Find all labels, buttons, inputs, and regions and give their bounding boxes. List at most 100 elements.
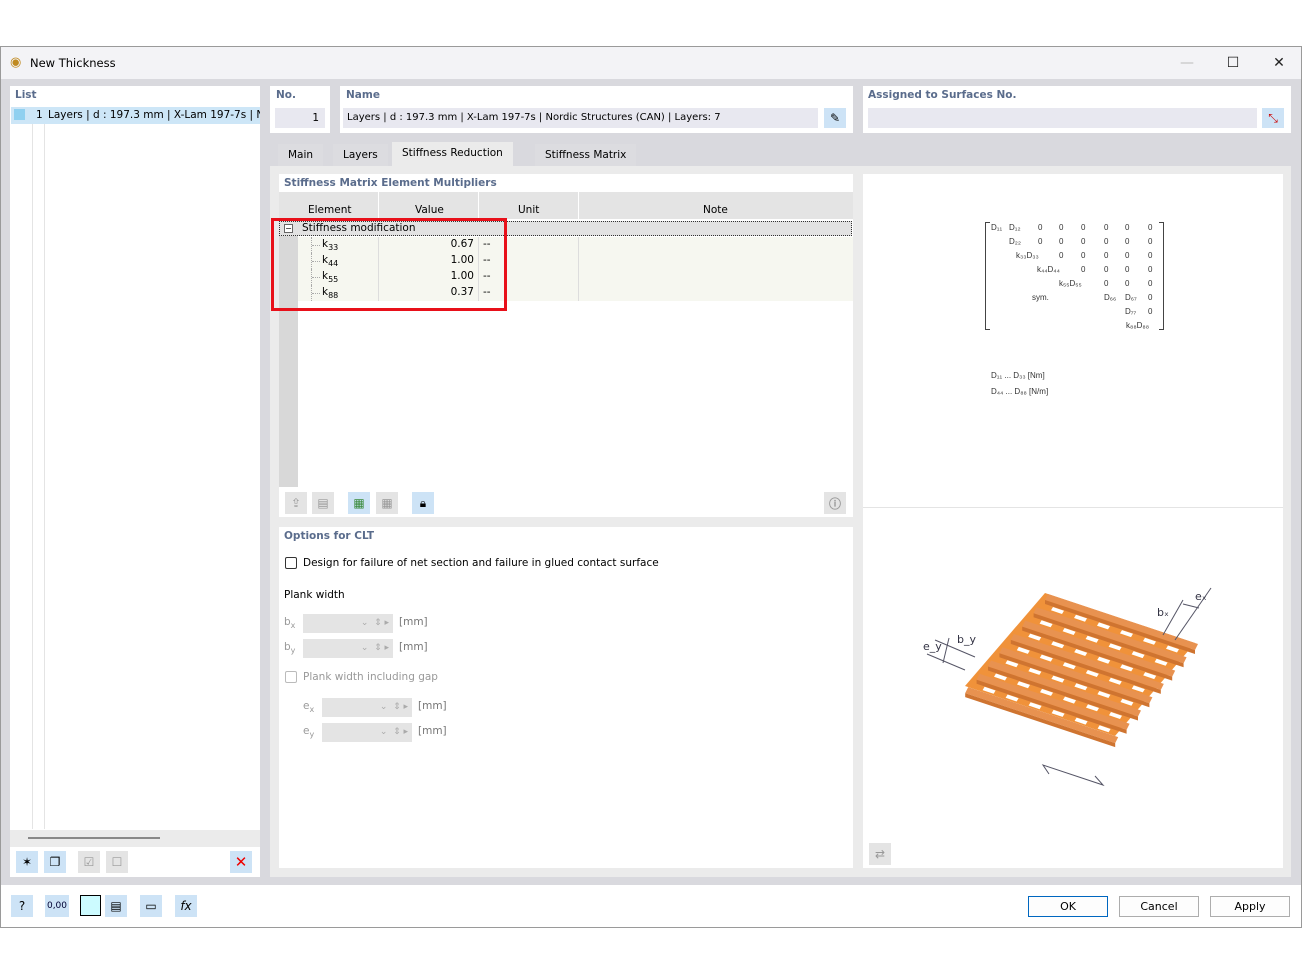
matrix-entry: 0	[1104, 279, 1109, 288]
column-element: Element	[308, 204, 352, 216]
bx-unit: [mm]	[399, 616, 428, 628]
save-icon[interactable]: ▤	[312, 492, 334, 514]
matrix-entry: 0	[1125, 223, 1130, 232]
highlight-box	[271, 218, 507, 311]
lock-icon[interactable]: 🔒︎	[412, 492, 434, 514]
close-button[interactable]: ✕	[1267, 53, 1291, 73]
matrix-entry: 0	[1148, 307, 1153, 316]
matrix-entry: 0	[1104, 251, 1109, 260]
cancel-button[interactable]: Cancel	[1119, 896, 1199, 917]
list-item-label: Layers | d : 197.3 mm | X-Lam 197-7s | N…	[48, 109, 260, 121]
matrix-entry: 0	[1104, 237, 1109, 246]
plank-width-label: Plank width	[284, 589, 345, 601]
matrix-entry: k₃₃D₃₃	[1016, 251, 1039, 260]
by-label: by	[284, 641, 296, 656]
ex-input[interactable]: ⌄ ⇕ ▸	[322, 698, 412, 717]
table-header: Element Value Unit Note	[279, 201, 853, 219]
matrix-entry: 0	[1059, 223, 1064, 232]
matrix-bracket-left	[985, 222, 990, 330]
tab-stiffness-matrix[interactable]: Stiffness Matrix	[535, 144, 637, 166]
column-unit: Unit	[518, 204, 540, 216]
edit-name-icon[interactable]: ✎	[824, 108, 846, 128]
matrix-entry: k₅₅D₅₅	[1059, 279, 1082, 288]
minimize-button[interactable]: —	[1175, 53, 1199, 73]
matrix-entry: D₇₇	[1125, 307, 1137, 316]
figure-options-icon[interactable]: ⇄	[869, 843, 891, 865]
gap-label: Plank width including gap	[303, 671, 438, 683]
matrix-entry: D₂₂	[1009, 237, 1021, 246]
view-icon[interactable]: ▭	[140, 895, 162, 917]
clt-title: Options for CLT	[284, 530, 375, 542]
horizontal-scrollbar[interactable]	[10, 830, 260, 847]
list-item[interactable]: 1 Layers | d : 197.3 mm | X-Lam 197-7s |…	[11, 107, 260, 124]
name-box: Name Layers | d : 197.3 mm | X-Lam 197-7…	[340, 86, 853, 133]
copy-item-icon[interactable]: ❐	[44, 851, 66, 873]
list-header: List	[15, 89, 37, 101]
tab-stiffness-reduction[interactable]: Stiffness Reduction	[392, 142, 513, 166]
bx-label: bₓ	[1157, 606, 1169, 619]
pick-surface-icon[interactable]: ⤡	[1262, 108, 1284, 128]
uncheck-icon[interactable]: ☐	[106, 851, 128, 873]
check-all-icon[interactable]: ☑	[78, 851, 100, 873]
bx-input[interactable]: ⌄ ⇕ ▸	[303, 614, 393, 633]
ey-unit: [mm]	[418, 725, 447, 737]
matrix-entry: 0	[1059, 237, 1064, 246]
number-box: No. 1	[270, 86, 330, 133]
matrix-entry: D₆₇	[1125, 293, 1137, 302]
matrix-entry: 0	[1081, 237, 1086, 246]
ex-label: eₓ	[1195, 590, 1207, 603]
tab-layers[interactable]: Layers	[333, 144, 388, 166]
matrix-entry: k₄₄D₄₄	[1037, 265, 1060, 274]
by-unit: [mm]	[399, 641, 428, 653]
info-icon[interactable]: ⓘ	[824, 492, 846, 514]
maximize-button[interactable]: ☐	[1221, 53, 1245, 73]
matrix-entry: 0	[1104, 223, 1109, 232]
app-icon: ◉	[10, 55, 22, 70]
clt-options-panel: Options for CLT Design for failure of ne…	[279, 527, 853, 868]
clt-plank-figure: e_y b_y bₓ eₓ	[923, 587, 1212, 787]
matrix-entry: 0	[1081, 265, 1086, 274]
name-field[interactable]: Layers | d : 197.3 mm | X-Lam 197-7s | N…	[343, 108, 818, 128]
by-input[interactable]: ⌄ ⇕ ▸	[303, 639, 393, 658]
matrix-entry: 0	[1059, 251, 1064, 260]
display-settings-icon[interactable]: ▤	[105, 895, 127, 917]
gap-checkbox[interactable]	[285, 671, 297, 683]
design-check-label: Design for failure of net section and fa…	[303, 557, 659, 569]
number-label: No.	[276, 89, 296, 101]
matrix-entry: k₈₈D₈₈	[1126, 321, 1150, 330]
excel-import-icon[interactable]: ▦	[376, 492, 398, 514]
import-icon[interactable]: ⇪	[285, 492, 307, 514]
matrix-entry: 0	[1038, 237, 1043, 246]
apply-button[interactable]: Apply	[1210, 896, 1290, 917]
matrix-entry: 0	[1125, 251, 1130, 260]
matrix-entry: 0	[1148, 237, 1153, 246]
matrix-entry: 0	[1148, 279, 1153, 288]
ey-input[interactable]: ⌄ ⇕ ▸	[322, 723, 412, 742]
design-check-checkbox[interactable]	[285, 557, 297, 569]
formula-icon[interactable]: fx	[175, 895, 197, 917]
excel-export-icon[interactable]: ▦	[348, 492, 370, 514]
multipliers-panel: Stiffness Matrix Element Multipliers Ele…	[271, 174, 853, 517]
units-icon[interactable]: 0,00	[45, 895, 69, 917]
matrix-entry: 0	[1081, 223, 1086, 232]
color-icon[interactable]	[80, 895, 101, 916]
matrix-entry: 0	[1148, 265, 1153, 274]
delete-icon[interactable]: ✕	[230, 851, 252, 873]
matrix-legend: D₁₁ ... D₃₃ [Nm]	[991, 371, 1045, 380]
new-item-icon[interactable]: ✶	[16, 851, 38, 873]
matrix-entry: D₁₂	[1009, 223, 1021, 232]
ok-button[interactable]: OK	[1028, 896, 1108, 917]
ey-label: e_y	[923, 640, 942, 653]
title-bar: ◉ New Thickness — ☐ ✕	[1, 47, 1301, 79]
matrix-bracket-right	[1159, 222, 1164, 330]
number-field[interactable]: 1	[275, 108, 325, 128]
list-item-no: 1	[36, 109, 43, 121]
tab-main[interactable]: Main	[278, 144, 324, 166]
assigned-field[interactable]	[868, 108, 1257, 128]
ex-label: ex	[303, 700, 315, 715]
matrix-entry: 0	[1104, 265, 1109, 274]
preview-panel: D₁₁ D₁₂ 0 0 0 0 0 0 D₂₂ 0 0 0 0 0 0 k₃₃D₃₃ 0 0 0 0 0 k₄₄D₄₄ 0 0…	[863, 174, 1283, 868]
matrix-entry: 0	[1125, 279, 1130, 288]
window-title: New Thickness	[30, 56, 116, 70]
help-icon[interactable]: ?	[11, 895, 33, 917]
